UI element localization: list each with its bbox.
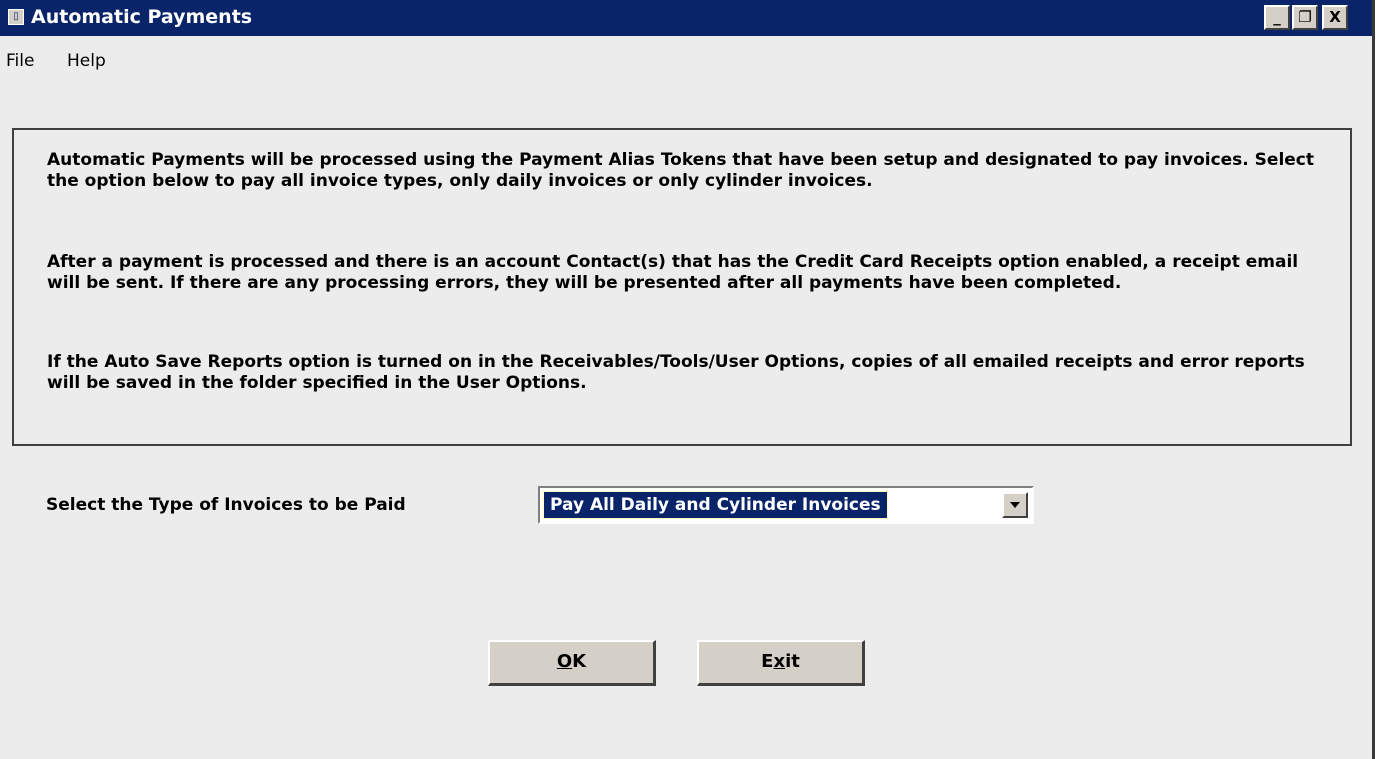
exit-label-pre: E — [761, 651, 774, 672]
invoice-type-select[interactable]: Pay All Daily and Cylinder Invoices — [538, 486, 1034, 524]
restore-button[interactable]: ❐ — [1292, 5, 1318, 30]
minimize-icon: _ — [1273, 8, 1281, 26]
instructions-paragraph: After a payment is processed and there i… — [47, 252, 1299, 293]
app-icon[interactable]: ▯ — [8, 9, 24, 25]
instructions-paragraph: Automatic Payments will be processed usi… — [47, 150, 1315, 191]
ok-label-rest: K — [572, 651, 587, 672]
window-border — [1372, 0, 1375, 759]
invoice-type-selected-value[interactable]: Pay All Daily and Cylinder Invoices — [543, 491, 888, 519]
exit-mnemonic: x — [773, 651, 786, 672]
instructions-paragraph: If the Auto Save Reports option is turne… — [47, 352, 1305, 393]
automatic-payments-window: ▯ Automatic Payments _ ❐ X File Help Aut… — [0, 0, 1372, 759]
instructions-panel: Automatic Payments will be processed usi… — [12, 128, 1352, 446]
invoice-type-label: Select the Type of Invoices to be Paid — [46, 495, 406, 515]
exit-button[interactable]: Exit — [697, 640, 865, 686]
menu-help[interactable]: Help — [67, 51, 106, 71]
menu-bar: File Help — [0, 46, 1372, 80]
chevron-down-icon[interactable] — [1002, 492, 1028, 518]
close-icon: X — [1329, 8, 1341, 26]
ok-button[interactable]: OK — [488, 640, 656, 686]
title-bar[interactable]: ▯ Automatic Payments _ ❐ X — [0, 0, 1372, 36]
ok-mnemonic: O — [556, 651, 573, 672]
close-button[interactable]: X — [1322, 5, 1348, 30]
menu-file[interactable]: File — [6, 51, 34, 71]
restore-icon: ❐ — [1298, 8, 1312, 26]
exit-label-rest: it — [785, 651, 800, 672]
window-title: Automatic Payments — [31, 6, 253, 28]
minimize-button[interactable]: _ — [1264, 5, 1290, 30]
